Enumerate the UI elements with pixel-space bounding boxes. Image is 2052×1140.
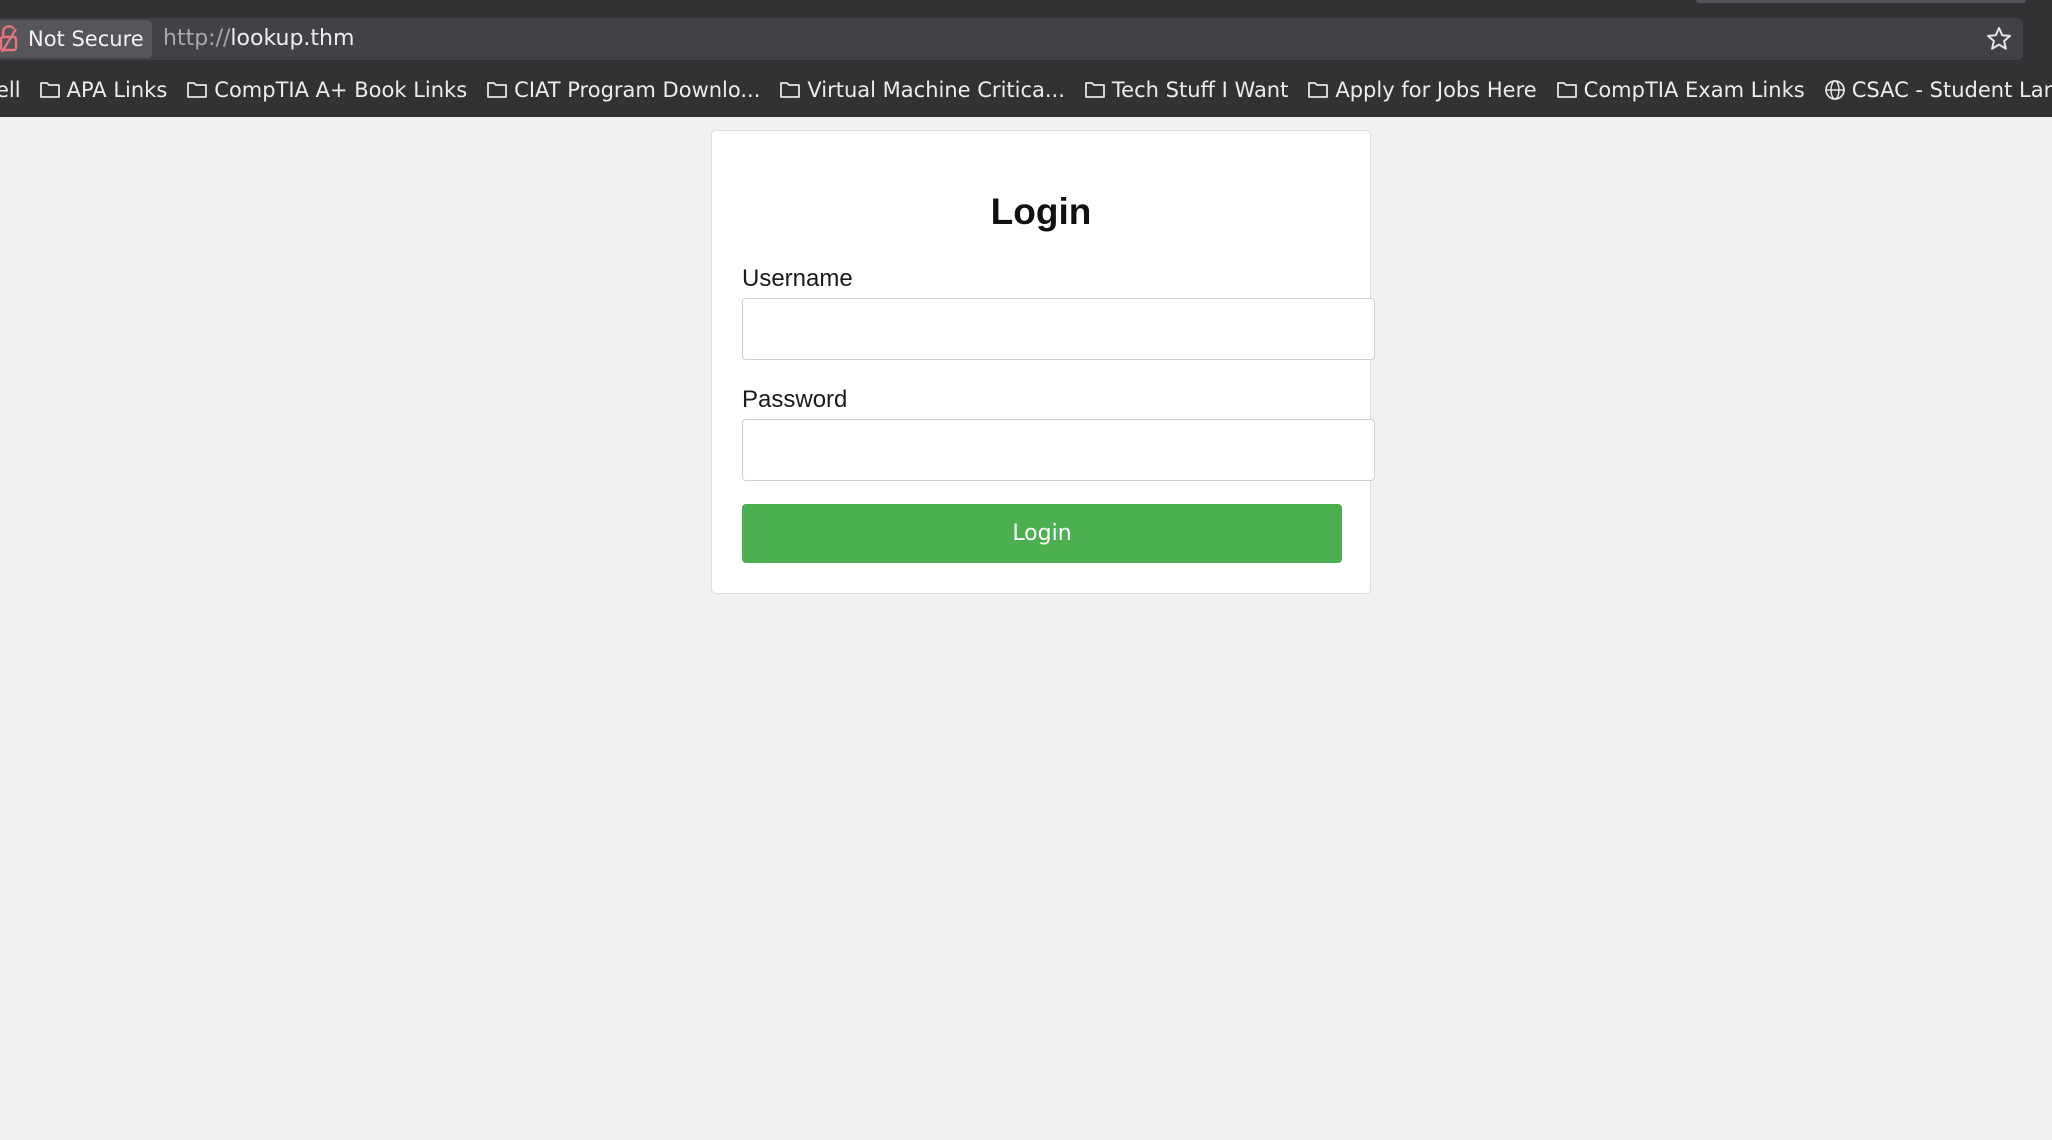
folder-icon [1308, 81, 1329, 98]
browser-tab-edge[interactable] [1696, 0, 2026, 3]
page-content: Login Username Password Login [0, 117, 2052, 1140]
bookmarks-toolbar: ell APA Links CompTIA A+ Book Links CIAT… [0, 62, 2052, 117]
bookmark-folder[interactable]: CIAT Program Downlo... [486, 78, 760, 102]
bookmark-folder[interactable]: CompTIA A+ Book Links [186, 78, 467, 102]
password-input[interactable] [742, 419, 1375, 481]
url-text[interactable]: http://lookup.thm [163, 18, 354, 60]
navigation-toolbar: Not Secure http://lookup.thm [0, 10, 2052, 62]
bookmark-folder[interactable]: APA Links [39, 77, 168, 102]
url-host: lookup.thm [230, 26, 355, 51]
folder-icon [39, 81, 60, 98]
bookmark-label: CSAC - Student Landin... [1851, 77, 2052, 102]
address-bar[interactable]: Not Secure http://lookup.thm [0, 18, 2023, 60]
login-title: Login [990, 191, 1092, 232]
broken-lock-icon [0, 25, 18, 53]
bookmark-item[interactable]: ell [0, 78, 21, 102]
bookmark-label: CompTIA Exam Links [1583, 77, 1805, 102]
folder-icon [780, 81, 801, 98]
security-label: Not Secure [28, 27, 144, 51]
username-input[interactable] [742, 298, 1375, 360]
url-scheme: http:// [163, 26, 231, 51]
folder-icon [187, 81, 208, 98]
login-card: Login Username Password Login [711, 130, 1375, 594]
bookmark-label: Tech Stuff I Want [1111, 77, 1289, 102]
bookmark-folder[interactable]: Tech Stuff I Want [1084, 78, 1288, 102]
globe-icon [1824, 79, 1845, 100]
bookmark-folder[interactable]: Apply for Jobs Here [1307, 77, 1537, 102]
bookmark-label: Virtual Machine Critica... [807, 77, 1065, 102]
bookmark-folder[interactable]: Virtual Machine Critica... [779, 78, 1065, 102]
bookmark-link[interactable]: CSAC - Student Landin... [1824, 78, 2052, 102]
site-security-indicator[interactable]: Not Secure [0, 20, 152, 58]
username-label: Username [742, 265, 853, 292]
folder-icon [1085, 81, 1105, 98]
bookmark-label: APA Links [66, 77, 168, 102]
star-icon[interactable] [1985, 25, 2013, 53]
folder-icon [1556, 81, 1577, 98]
bookmark-label: CompTIA A+ Book Links [214, 77, 468, 102]
bookmark-label: Apply for Jobs Here [1335, 77, 1537, 102]
folder-icon [487, 81, 508, 98]
password-label: Password [742, 386, 848, 413]
bookmark-folder[interactable]: CompTIA Exam Links [1556, 78, 1805, 102]
login-button[interactable]: Login [742, 504, 1342, 563]
browser-title-strip [0, 0, 2052, 10]
bookmark-label: ell [0, 77, 21, 102]
bookmark-label: CIAT Program Downlo... [514, 77, 761, 102]
